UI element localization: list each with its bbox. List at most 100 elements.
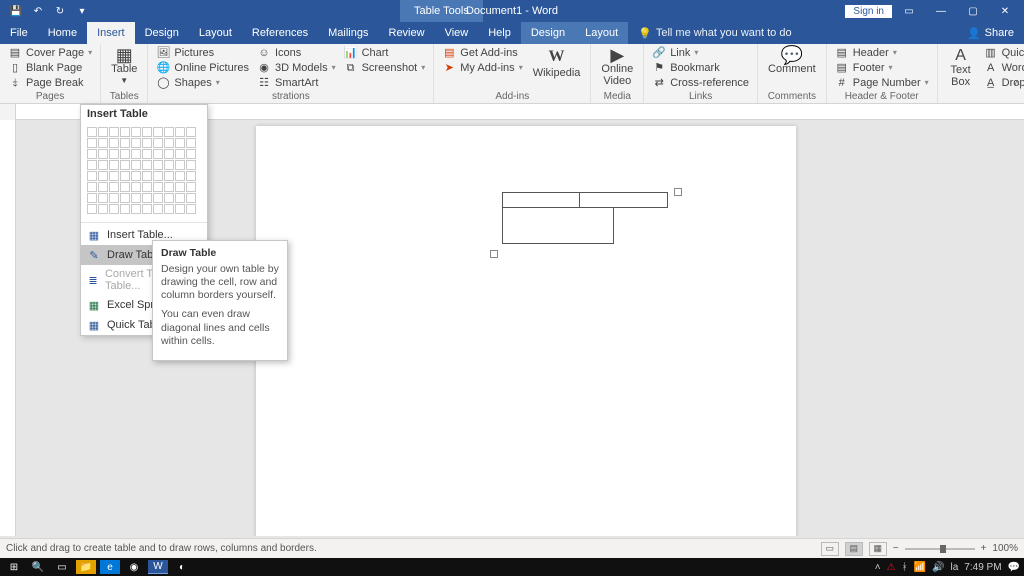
tab-layout[interactable]: Layout [189,22,242,44]
start-button[interactable]: ⊞ [4,560,24,574]
comment-button[interactable]: 💬 Comment [764,46,820,77]
vertical-ruler[interactable] [0,120,16,536]
tell-me-search[interactable]: 💡 Tell me what you want to do [638,27,791,40]
maximize-icon[interactable]: ▢ [958,0,988,22]
chart-icon: 📊 [344,46,358,60]
task-view-icon[interactable]: ▭ [52,560,72,574]
chart-button[interactable]: 📊Chart [342,46,428,60]
tab-table-layout[interactable]: Layout [575,22,628,44]
word-taskbar-icon[interactable]: W [148,560,168,574]
ribbon-display-icon[interactable]: ▭ [894,0,924,22]
screenshot-button[interactable]: ⧉Screenshot [342,61,428,75]
tray-bluetooth-icon[interactable]: ᚼ [902,562,908,573]
zoom-slider[interactable] [905,548,975,550]
save-icon[interactable]: 💾 [8,3,24,19]
bookmark-button[interactable]: ⚑Bookmark [650,61,751,75]
status-bar: Click and drag to create table and to dr… [0,538,1024,558]
quick-parts-button[interactable]: ▥Quick Parts [982,46,1024,60]
bookmark-icon: ⚑ [652,61,666,75]
page-number-button[interactable]: #Page Number [833,76,931,90]
my-addins-button[interactable]: ➤My Add-ins [440,61,524,75]
drawn-table[interactable] [502,192,668,244]
tab-file[interactable]: File [0,22,38,44]
screenshot-icon: ⧉ [344,61,358,75]
tab-references[interactable]: References [242,22,318,44]
tooltip-line-1: Design your own table by drawing the cel… [161,263,279,302]
online-video-button[interactable]: ▶ Online Video [597,46,637,89]
tab-review[interactable]: Review [379,22,435,44]
icons-button[interactable]: ☺Icons [255,46,338,60]
tray-clock[interactable]: 7:49 PM [964,562,1001,573]
group-addins: ▤Get Add-ins ➤My Add-ins W Wikipedia Add… [434,44,591,103]
header-button[interactable]: ▤Header [833,46,931,60]
edge-icon[interactable]: e [100,560,120,574]
tab-view[interactable]: View [435,22,479,44]
close-icon[interactable]: ✕ [990,0,1020,22]
group-label-links: Links [650,91,751,103]
tab-help[interactable]: Help [478,22,521,44]
wordart-button[interactable]: AWordArt [982,61,1024,75]
file-explorer-icon[interactable]: 📁 [76,560,96,574]
footer-button[interactable]: ▤Footer [833,61,931,75]
page-break-button[interactable]: ⤈Page Break [6,76,94,90]
tray-warning-icon[interactable]: ⚠ [887,562,896,573]
3d-models-button[interactable]: ◉3D Models [255,61,338,75]
status-hint: Click and drag to create table and to dr… [6,543,317,554]
smartart-button[interactable]: ☷SmartArt [255,76,338,90]
excel-icon: ▦ [87,298,101,312]
undo-icon[interactable]: ↶ [30,3,46,19]
draw-table-tooltip: Draw Table Design your own table by draw… [152,240,288,361]
group-label-illustrations: strations [154,91,427,103]
tab-home[interactable]: Home [38,22,87,44]
page-break-icon: ⤈ [8,76,22,90]
tray-chevron-icon[interactable]: ˄ [875,562,881,573]
table-move-handle-icon[interactable] [674,188,682,196]
zoom-in-button[interactable]: + [981,543,987,554]
table-resize-handle-icon[interactable] [490,250,498,258]
icons-icon: ☺ [257,46,271,60]
insert-table-grid[interactable] [81,123,207,220]
text-box-button[interactable]: A Text Box [944,46,978,90]
tray-volume-icon[interactable]: 🔊 [932,562,944,573]
zoom-level[interactable]: 100% [992,543,1018,554]
comment-label: Comment [768,63,816,75]
tray-notifications-icon[interactable]: 💬 [1008,562,1020,573]
minimize-icon[interactable]: — [926,0,956,22]
group-pages: ▤Cover Page ▯Blank Page ⤈Page Break Page… [0,44,101,103]
page[interactable] [256,126,796,536]
search-icon[interactable]: 🔍 [28,560,48,574]
app-icon[interactable]: ◐ [172,560,192,574]
wikipedia-button[interactable]: W Wikipedia [529,46,585,81]
online-pictures-icon: 🌐 [156,61,170,75]
tooltip-title: Draw Table [161,247,279,259]
group-label-comments: Comments [764,91,820,103]
read-mode-button[interactable]: ▭ [821,542,839,556]
online-pictures-button[interactable]: 🌐Online Pictures [154,61,251,75]
zoom-out-button[interactable]: − [893,543,899,554]
pictures-button[interactable]: 🖼Pictures [154,46,251,60]
link-button[interactable]: 🔗Link [650,46,751,60]
tab-mailings[interactable]: Mailings [318,22,378,44]
cross-reference-button[interactable]: ⇄Cross-reference [650,76,751,90]
redo-icon[interactable]: ↻ [52,3,68,19]
tray-keyboard-icon[interactable]: la [951,562,959,573]
blank-page-button[interactable]: ▯Blank Page [6,61,94,75]
chrome-icon[interactable]: ◉ [124,560,144,574]
tell-me-label: Tell me what you want to do [656,27,792,39]
cover-page-button[interactable]: ▤Cover Page [6,46,94,60]
share-button[interactable]: 👤 Share [957,27,1024,40]
tab-table-design[interactable]: Design [521,22,575,44]
tab-design[interactable]: Design [135,22,189,44]
quick-parts-icon: ▥ [984,46,998,60]
table-button[interactable]: ▦ Table ▼ [107,46,141,87]
group-label-pages: Pages [6,91,94,103]
sign-in-button[interactable]: Sign in [845,5,892,18]
get-addins-button[interactable]: ▤Get Add-ins [440,46,524,60]
tab-insert[interactable]: Insert [87,22,135,44]
web-layout-button[interactable]: ▦ [869,542,887,556]
qat-customize-icon[interactable]: ▾ [74,3,90,19]
print-layout-button[interactable]: ▤ [845,542,863,556]
shapes-button[interactable]: ◯Shapes [154,76,251,90]
tray-wifi-icon[interactable]: 📶 [914,562,926,573]
collapse-ribbon-icon[interactable]: ˄ [1014,78,1020,89]
